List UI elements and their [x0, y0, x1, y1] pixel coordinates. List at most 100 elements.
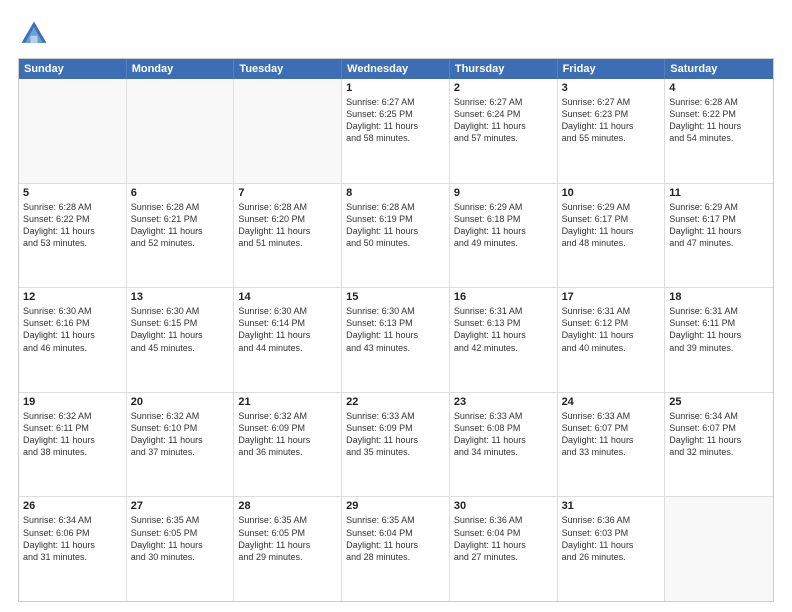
day-number: 1 [346, 82, 445, 94]
day-info: Sunrise: 6:30 AM Sunset: 6:14 PM Dayligh… [238, 305, 337, 354]
day-number: 2 [454, 82, 553, 94]
calendar-day-18: 18Sunrise: 6:31 AM Sunset: 6:11 PM Dayli… [665, 288, 773, 392]
calendar-day-27: 27Sunrise: 6:35 AM Sunset: 6:05 PM Dayli… [127, 497, 235, 601]
day-info: Sunrise: 6:32 AM Sunset: 6:09 PM Dayligh… [238, 410, 337, 459]
weekday-header-friday: Friday [558, 59, 666, 79]
calendar-day-4: 4 Sunrise: 6:28 AM Sunset: 6:22 PM Daylig… [665, 79, 773, 183]
day-info: Sunrise: 6:28 AM Sunset: 6:20 PM Dayligh… [238, 201, 337, 250]
day-number: 30 [454, 500, 553, 512]
calendar-day-10: 10Sunrise: 6:29 AM Sunset: 6:17 PM Dayli… [558, 184, 666, 288]
weekday-header-sunday: Sunday [19, 59, 127, 79]
day-number: 26 [23, 500, 122, 512]
day-info: Sunrise: 6:30 AM Sunset: 6:13 PM Dayligh… [346, 305, 445, 354]
calendar-day-31: 31Sunrise: 6:36 AM Sunset: 6:03 PM Dayli… [558, 497, 666, 601]
calendar-day-11: 11Sunrise: 6:29 AM Sunset: 6:17 PM Dayli… [665, 184, 773, 288]
day-info: Sunrise: 6:30 AM Sunset: 6:16 PM Dayligh… [23, 305, 122, 354]
day-number: 5 [23, 187, 122, 199]
day-info: Sunrise: 6:35 AM Sunset: 6:05 PM Dayligh… [238, 514, 337, 563]
day-number: 18 [669, 291, 769, 303]
weekday-header-tuesday: Tuesday [234, 59, 342, 79]
calendar-week-1: 1Sunrise: 6:27 AM Sunset: 6:25 PM Daylig… [19, 79, 773, 184]
day-info: Sunrise: 6:28 AM Sunset: 6:19 PM Dayligh… [346, 201, 445, 250]
day-info: Sunrise: 6:33 AM Sunset: 6:09 PM Dayligh… [346, 410, 445, 459]
calendar-week-3: 12Sunrise: 6:30 AM Sunset: 6:16 PM Dayli… [19, 288, 773, 393]
calendar-day-9: 9 Sunrise: 6:29 AM Sunset: 6:18 PM Daylig… [450, 184, 558, 288]
weekday-header-thursday: Thursday [450, 59, 558, 79]
calendar-day-21: 21 Sunrise: 6:32 AM Sunset: 6:09 PM Dayli… [234, 393, 342, 497]
day-number: 23 [454, 396, 553, 408]
calendar-day-3: 3 Sunrise: 6:27 AM Sunset: 6:23 PM Daylig… [558, 79, 666, 183]
calendar-day-7: 7 Sunrise: 6:28 AM Sunset: 6:20 PM Daylig… [234, 184, 342, 288]
calendar-header: SundayMondayTuesdayWednesdayThursdayFrid… [19, 59, 773, 79]
day-info: Sunrise: 6:28 AM Sunset: 6:22 PM Dayligh… [669, 96, 769, 145]
day-info: Sunrise: 6:33 AM Sunset: 6:07 PM Dayligh… [562, 410, 661, 459]
calendar-day-15: 15 Sunrise: 6:30 AM Sunset: 6:13 PM Dayli… [342, 288, 450, 392]
day-number: 25 [669, 396, 769, 408]
calendar: SundayMondayTuesdayWednesdayThursdayFrid… [18, 58, 774, 602]
day-number: 14 [238, 291, 337, 303]
day-info: Sunrise: 6:36 AM Sunset: 6:04 PM Dayligh… [454, 514, 553, 563]
calendar-day-empty [665, 497, 773, 601]
day-number: 7 [238, 187, 337, 199]
day-info: Sunrise: 6:27 AM Sunset: 6:23 PM Dayligh… [562, 96, 661, 145]
calendar-day-23: 23 Sunrise: 6:33 AM Sunset: 6:08 PM Dayli… [450, 393, 558, 497]
page: SundayMondayTuesdayWednesdayThursdayFrid… [0, 0, 792, 612]
calendar-day-empty [19, 79, 127, 183]
day-number: 3 [562, 82, 661, 94]
calendar-day-17: 17 Sunrise: 6:31 AM Sunset: 6:12 PM Dayli… [558, 288, 666, 392]
calendar-day-29: 29 Sunrise: 6:35 AM Sunset: 6:04 PM Dayli… [342, 497, 450, 601]
calendar-day-empty [234, 79, 342, 183]
day-number: 17 [562, 291, 661, 303]
header [18, 18, 774, 50]
calendar-day-14: 14 Sunrise: 6:30 AM Sunset: 6:14 PM Dayli… [234, 288, 342, 392]
day-info: Sunrise: 6:28 AM Sunset: 6:22 PM Dayligh… [23, 201, 122, 250]
calendar-week-4: 19Sunrise: 6:32 AM Sunset: 6:11 PM Dayli… [19, 393, 773, 498]
day-number: 21 [238, 396, 337, 408]
day-info: Sunrise: 6:30 AM Sunset: 6:15 PM Dayligh… [131, 305, 230, 354]
calendar-day-8: 8 Sunrise: 6:28 AM Sunset: 6:19 PM Daylig… [342, 184, 450, 288]
day-info: Sunrise: 6:32 AM Sunset: 6:10 PM Dayligh… [131, 410, 230, 459]
day-number: 19 [23, 396, 122, 408]
calendar-day-30: 30 Sunrise: 6:36 AM Sunset: 6:04 PM Dayli… [450, 497, 558, 601]
day-number: 27 [131, 500, 230, 512]
calendar-day-13: 13 Sunrise: 6:30 AM Sunset: 6:15 PM Dayli… [127, 288, 235, 392]
day-info: Sunrise: 6:31 AM Sunset: 6:12 PM Dayligh… [562, 305, 661, 354]
calendar-day-25: 25 Sunrise: 6:34 AM Sunset: 6:07 PM Dayli… [665, 393, 773, 497]
day-info: Sunrise: 6:33 AM Sunset: 6:08 PM Dayligh… [454, 410, 553, 459]
calendar-day-1: 1Sunrise: 6:27 AM Sunset: 6:25 PM Daylig… [342, 79, 450, 183]
calendar-body: 1Sunrise: 6:27 AM Sunset: 6:25 PM Daylig… [19, 79, 773, 601]
calendar-day-28: 28Sunrise: 6:35 AM Sunset: 6:05 PM Dayli… [234, 497, 342, 601]
calendar-day-12: 12Sunrise: 6:30 AM Sunset: 6:16 PM Dayli… [19, 288, 127, 392]
calendar-day-24: 24 Sunrise: 6:33 AM Sunset: 6:07 PM Dayli… [558, 393, 666, 497]
logo-icon [18, 18, 50, 50]
weekday-header-monday: Monday [127, 59, 235, 79]
day-number: 16 [454, 291, 553, 303]
calendar-day-empty [127, 79, 235, 183]
calendar-day-2: 2 Sunrise: 6:27 AM Sunset: 6:24 PM Daylig… [450, 79, 558, 183]
calendar-day-26: 26 Sunrise: 6:34 AM Sunset: 6:06 PM Dayli… [19, 497, 127, 601]
day-number: 15 [346, 291, 445, 303]
day-number: 29 [346, 500, 445, 512]
calendar-day-22: 22 Sunrise: 6:33 AM Sunset: 6:09 PM Dayli… [342, 393, 450, 497]
calendar-day-19: 19Sunrise: 6:32 AM Sunset: 6:11 PM Dayli… [19, 393, 127, 497]
day-number: 9 [454, 187, 553, 199]
day-info: Sunrise: 6:36 AM Sunset: 6:03 PM Dayligh… [562, 514, 661, 563]
calendar-week-5: 26 Sunrise: 6:34 AM Sunset: 6:06 PM Dayli… [19, 497, 773, 601]
day-info: Sunrise: 6:35 AM Sunset: 6:04 PM Dayligh… [346, 514, 445, 563]
day-number: 8 [346, 187, 445, 199]
weekday-header-saturday: Saturday [665, 59, 773, 79]
day-number: 24 [562, 396, 661, 408]
calendar-day-20: 20Sunrise: 6:32 AM Sunset: 6:10 PM Dayli… [127, 393, 235, 497]
day-info: Sunrise: 6:28 AM Sunset: 6:21 PM Dayligh… [131, 201, 230, 250]
calendar-day-6: 6Sunrise: 6:28 AM Sunset: 6:21 PM Daylig… [127, 184, 235, 288]
day-info: Sunrise: 6:29 AM Sunset: 6:17 PM Dayligh… [669, 201, 769, 250]
day-info: Sunrise: 6:29 AM Sunset: 6:18 PM Dayligh… [454, 201, 553, 250]
day-info: Sunrise: 6:27 AM Sunset: 6:24 PM Dayligh… [454, 96, 553, 145]
weekday-header-wednesday: Wednesday [342, 59, 450, 79]
day-number: 4 [669, 82, 769, 94]
calendar-day-16: 16Sunrise: 6:31 AM Sunset: 6:13 PM Dayli… [450, 288, 558, 392]
day-number: 22 [346, 396, 445, 408]
day-info: Sunrise: 6:34 AM Sunset: 6:07 PM Dayligh… [669, 410, 769, 459]
day-number: 13 [131, 291, 230, 303]
day-info: Sunrise: 6:34 AM Sunset: 6:06 PM Dayligh… [23, 514, 122, 563]
